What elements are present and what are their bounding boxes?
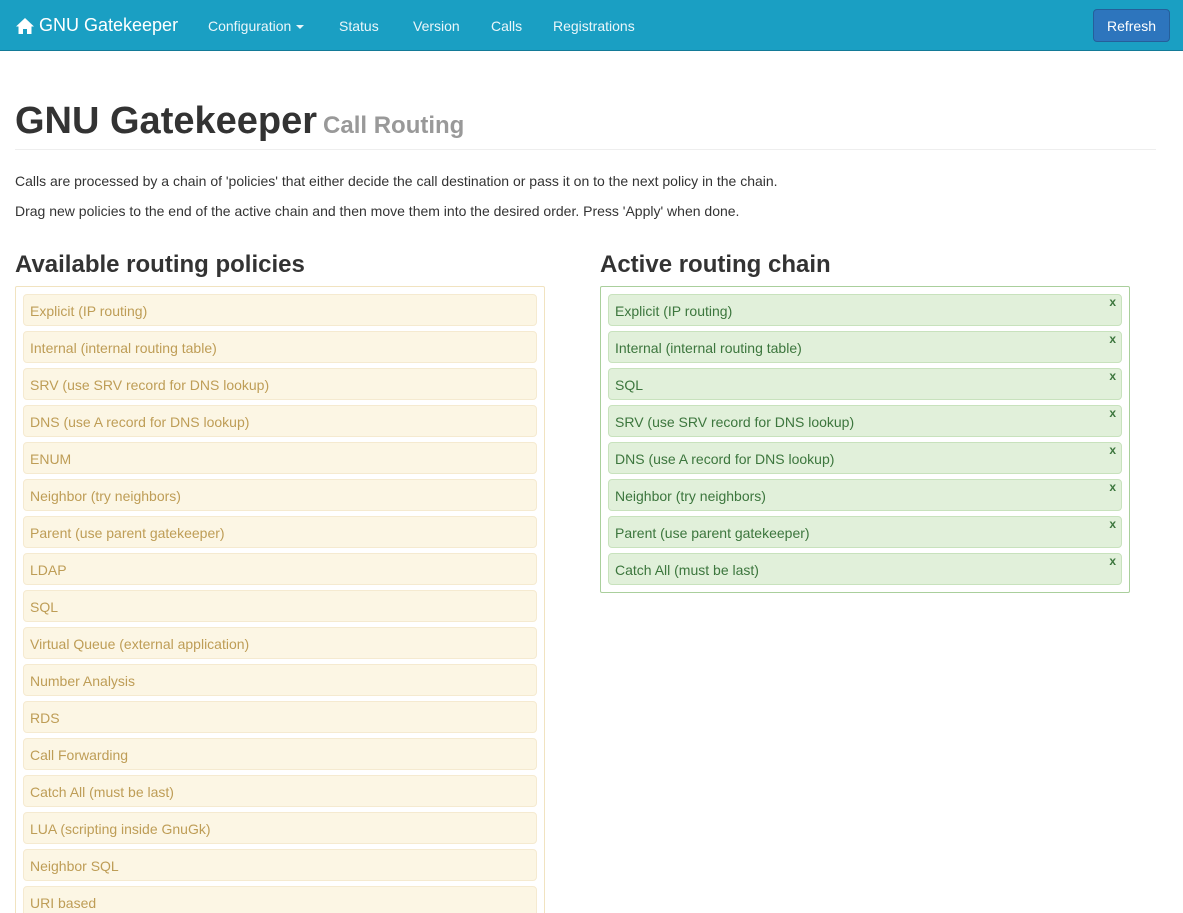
available-policy-item[interactable]: Neighbor SQL — [23, 849, 537, 881]
available-policy-item[interactable]: Catch All (must be last) — [23, 775, 537, 807]
nav-configuration[interactable]: Configuration — [208, 0, 305, 51]
available-policy-item[interactable]: Virtual Queue (external application) — [23, 627, 537, 659]
active-chain-item-label: SRV (use SRV record for DNS lookup) — [615, 414, 855, 430]
available-policy-item[interactable]: LDAP — [23, 553, 537, 585]
available-policy-item[interactable]: Neighbor (try neighbors) — [23, 479, 537, 511]
remove-policy-button[interactable]: x — [1109, 517, 1116, 531]
navbar: GNU Gatekeeper Configuration Status Vers… — [0, 0, 1183, 51]
available-policy-item[interactable]: SRV (use SRV record for DNS lookup) — [23, 368, 537, 400]
active-chain-item-label: Catch All (must be last) — [615, 562, 759, 578]
refresh-button[interactable]: Refresh — [1093, 9, 1170, 42]
nav-version[interactable]: Version — [413, 0, 460, 51]
active-chain-item[interactable]: Parent (use parent gatekeeper) x — [608, 516, 1122, 548]
remove-policy-button[interactable]: x — [1109, 406, 1116, 420]
available-policy-item[interactable]: DNS (use A record for DNS lookup) — [23, 405, 537, 437]
active-chain-item-label: DNS (use A record for DNS lookup) — [615, 451, 835, 467]
page-title: GNU Gatekeeper Call Routing — [15, 100, 464, 143]
available-policy-item[interactable]: SQL — [23, 590, 537, 622]
active-chain-item-label: SQL — [615, 377, 644, 393]
available-policy-item[interactable]: URI based — [23, 886, 537, 913]
active-chain-item[interactable]: Neighbor (try neighbors) x — [608, 479, 1122, 511]
available-policy-item[interactable]: ENUM — [23, 442, 537, 474]
active-chain-item[interactable]: Catch All (must be last) x — [608, 553, 1122, 585]
available-policies-list: Explicit (IP routing) Internal (internal… — [15, 286, 545, 913]
nav-configuration-label: Configuration — [208, 18, 292, 34]
active-chain-list: Explicit (IP routing) x Internal (intern… — [600, 286, 1130, 593]
nav-registrations[interactable]: Registrations — [553, 0, 635, 51]
description-line-1: Calls are processed by a chain of 'polic… — [15, 173, 778, 189]
nav-calls[interactable]: Calls — [491, 0, 522, 51]
page-subtitle: Call Routing — [323, 112, 465, 139]
available-policy-item[interactable]: Number Analysis — [23, 664, 537, 696]
remove-policy-button[interactable]: x — [1109, 295, 1116, 309]
remove-policy-button[interactable]: x — [1109, 443, 1116, 457]
active-chain-item[interactable]: Explicit (IP routing) x — [608, 294, 1122, 326]
active-chain-title: Active routing chain — [600, 251, 831, 278]
nav-status[interactable]: Status — [339, 0, 379, 51]
active-chain-item-label: Neighbor (try neighbors) — [615, 488, 766, 504]
brand-label: GNU Gatekeeper — [39, 15, 179, 35]
available-policy-item[interactable]: Call Forwarding — [23, 738, 537, 770]
active-chain-item[interactable]: Internal (internal routing table) x — [608, 331, 1122, 363]
remove-policy-button[interactable]: x — [1109, 554, 1116, 568]
active-chain-item-label: Internal (internal routing table) — [615, 340, 802, 356]
active-chain-item-label: Explicit (IP routing) — [615, 303, 733, 319]
active-chain-item[interactable]: DNS (use A record for DNS lookup) x — [608, 442, 1122, 474]
remove-policy-button[interactable]: x — [1109, 480, 1116, 494]
available-policies-title: Available routing policies — [15, 251, 305, 278]
page-title-main: GNU Gatekeeper — [15, 100, 318, 142]
title-divider — [15, 149, 1156, 150]
caret-down-icon — [296, 25, 305, 30]
active-chain-item[interactable]: SQL x — [608, 368, 1122, 400]
available-policy-item[interactable]: Parent (use parent gatekeeper) — [23, 516, 537, 548]
active-chain-item-label: Parent (use parent gatekeeper) — [615, 525, 810, 541]
description-line-2: Drag new policies to the end of the acti… — [15, 203, 740, 219]
remove-policy-button[interactable]: x — [1109, 332, 1116, 346]
available-policy-item[interactable]: Internal (internal routing table) — [23, 331, 537, 363]
brand-link[interactable]: GNU Gatekeeper — [15, 0, 178, 51]
available-policy-item[interactable]: Explicit (IP routing) — [23, 294, 537, 326]
home-icon — [16, 17, 34, 34]
available-policy-item[interactable]: RDS — [23, 701, 537, 733]
active-chain-item[interactable]: SRV (use SRV record for DNS lookup) x — [608, 405, 1122, 437]
available-policy-item[interactable]: LUA (scripting inside GnuGk) — [23, 812, 537, 844]
remove-policy-button[interactable]: x — [1109, 369, 1116, 383]
